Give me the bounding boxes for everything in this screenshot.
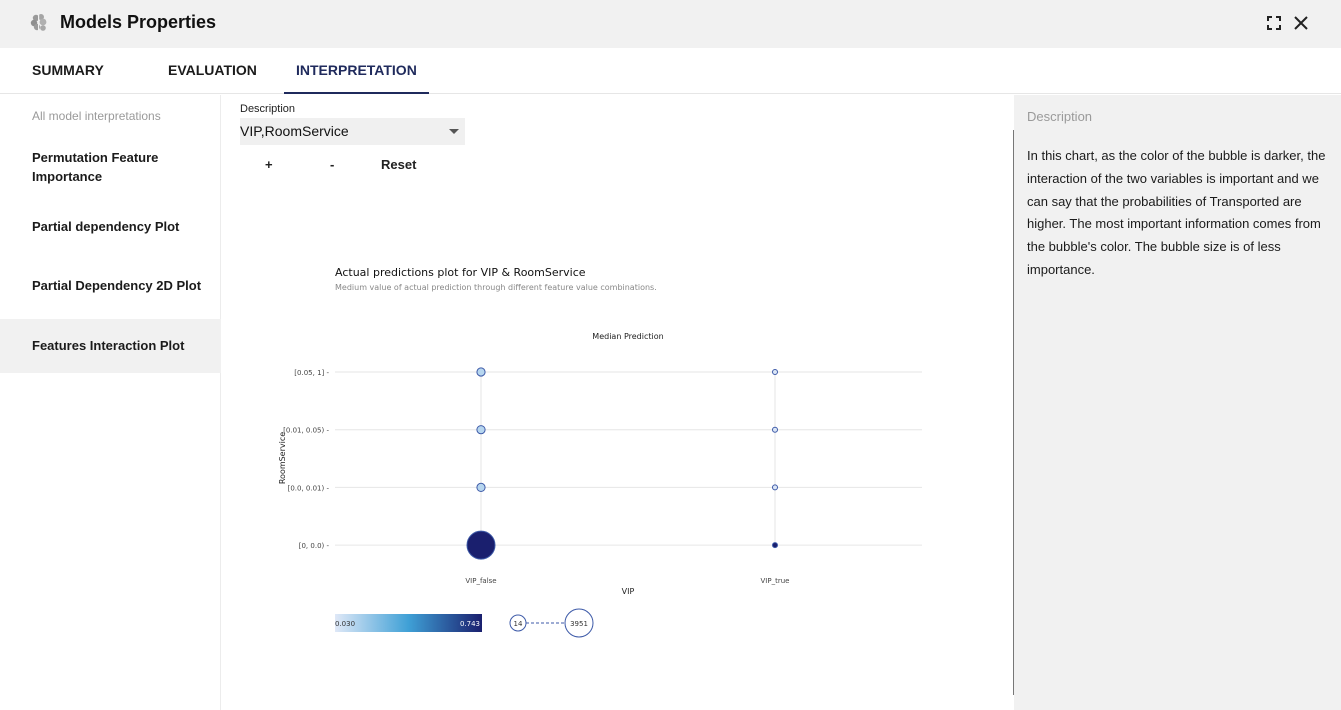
expand-icon[interactable] [1264,13,1284,33]
legend-title: Median Prediction [592,332,663,341]
sidebar-item-features-interaction-plot[interactable]: Features Interaction Plot [0,319,221,373]
bubble-point [772,369,778,375]
tab-bar: SUMMARY EVALUATION INTERPRETATION [0,48,1341,94]
brain-icon [30,14,47,32]
sidebar-item-permutation-feature-importance[interactable]: Permutation Feature Importance [0,148,190,190]
x-tick-label: VIP_true [761,577,790,585]
window-title: Models Properties [60,12,217,32]
plot-area: [0, 0.0) - [0.0, 0.01) - [0.01, 0.05) - [0.… [283,367,922,585]
window-header: Models Properties [0,0,1341,48]
bubble-point [476,482,486,492]
color-scale-max: 0.743 [460,620,480,628]
color-scale-min: 0.030 [335,620,355,628]
chart-title: Actual predictions plot for VIP & RoomSe… [335,266,586,279]
interpretations-sidebar: All model interpretations Permutation Fe… [0,95,221,710]
chart-subtitle: Medium value of actual prediction throug… [335,283,657,292]
x-tick-label: VIP_false [465,577,496,585]
sidebar-item-partial-dependency-plot[interactable]: Partial dependency Plot [0,217,221,237]
description-caption: Description [1027,109,1093,124]
x-axis-title: VIP [622,587,635,596]
interaction-chart: Actual predictions plot for VIP & RoomSe… [278,266,922,638]
sidebar-item-partial-dependency-2d-plot[interactable]: Partial Dependency 2D Plot [0,276,221,296]
bubble-point [772,484,778,491]
y-tick-label: [0.01, 0.05) - [283,427,329,435]
tab-summary[interactable]: SUMMARY [32,48,104,94]
main-panel: Description VIP,RoomService + - Reset Ac… [222,95,1013,710]
description-label: Description [240,103,296,115]
feature-pair-select[interactable]: VIP,RoomService [240,118,465,145]
size-scale-min: 14 [514,620,523,628]
sidebar-caption: All model interpretations [32,109,161,123]
tab-interpretation[interactable]: INTERPRETATION [284,48,429,94]
bubble-point [476,425,486,435]
bubble-point [476,367,486,377]
description-text: In this chart, as the color of the bubbl… [1027,148,1326,277]
close-icon[interactable] [1291,13,1311,33]
chevron-down-icon [449,129,459,134]
y-axis-title: RoomService [278,432,287,484]
tab-evaluation[interactable]: EVALUATION [168,48,257,94]
y-tick-label: [0.05, 1] - [294,369,329,377]
description-panel: Description In this chart, as the color … [1014,95,1341,710]
bubble-point [772,542,778,549]
feature-pair-value: VIP,RoomService [240,123,349,139]
y-tick-label: [0, 0.0) - [299,542,330,550]
y-tick-label: [0.0, 0.01) - [288,484,330,492]
bubble-point [772,426,778,433]
bubble-point [466,530,496,560]
chart-legend: 0.030 0.743 14 3951 [335,608,594,638]
size-scale-max: 3951 [570,620,588,628]
